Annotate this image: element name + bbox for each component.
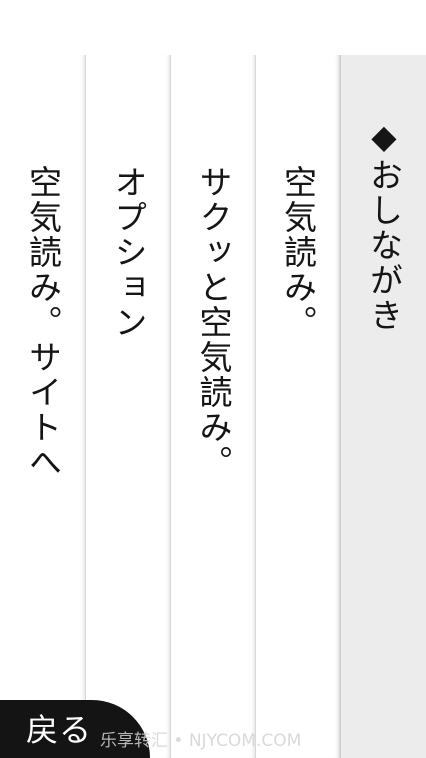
menu-item-play-label: 空気読み。 (278, 165, 318, 340)
menu-item-site-label: 空気読み。サイトへ (23, 165, 63, 480)
menu-item-options[interactable]: オプション (86, 55, 171, 758)
menu-scroll: 空気読み。サイトへ オプション サクッと空気読み。 空気読み。 ◆おしながき (0, 55, 426, 758)
back-button-label: 戻る (26, 711, 93, 749)
menu-item-options-label: オプション (109, 165, 148, 340)
menu-header: ◆おしながき (340, 55, 426, 758)
watermark-text: 乐享转汇 • NJYCOM.COM (100, 731, 302, 751)
menu-header-title: ◆おしながき (364, 117, 404, 333)
menu-item-quick-play-label: サクッと空気読み。 (194, 165, 233, 480)
menu-item-quick-play[interactable]: サクッと空気読み。 (171, 55, 256, 758)
menu-item-play[interactable]: 空気読み。 (256, 55, 340, 758)
top-blank-band (0, 0, 426, 55)
menu-item-site[interactable]: 空気読み。サイトへ (0, 55, 86, 758)
